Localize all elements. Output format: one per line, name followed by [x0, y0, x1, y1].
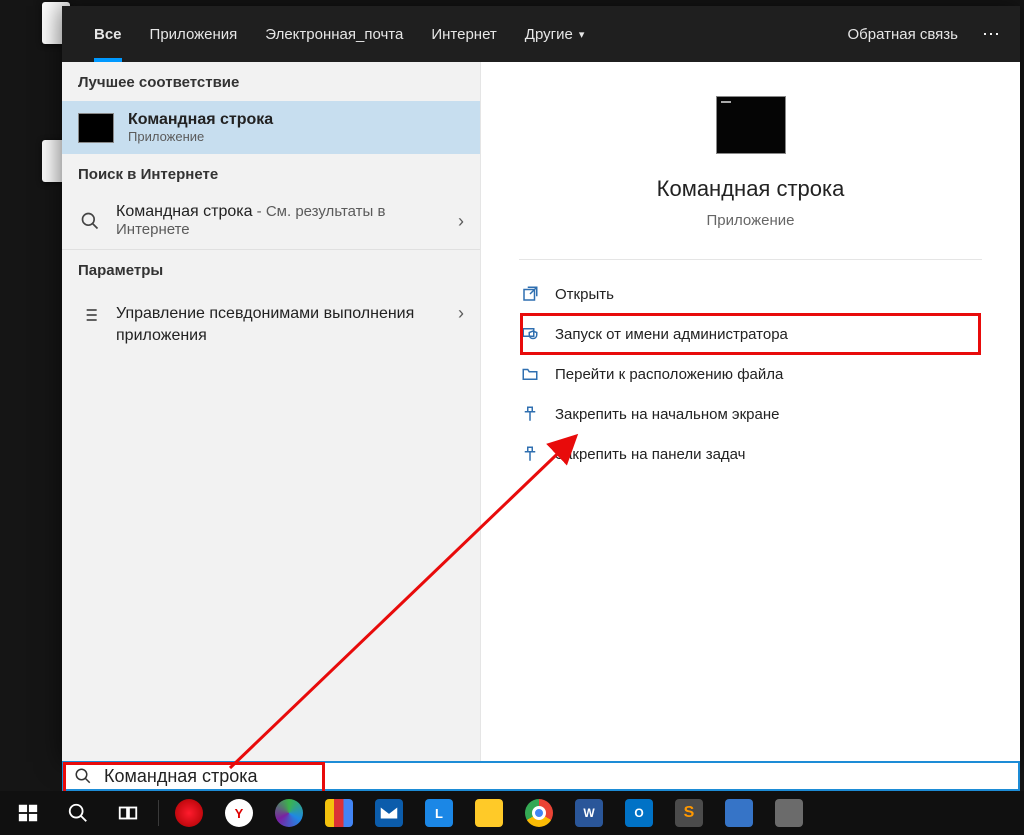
result-subtitle: Приложение	[128, 129, 273, 144]
task-view-icon	[117, 802, 139, 824]
result-title: Командная строка	[128, 111, 273, 129]
search-bar[interactable]	[62, 761, 1020, 791]
action-open-label: Открыть	[555, 286, 614, 303]
taskbar-search-button[interactable]	[54, 791, 102, 835]
taskbar-app-chrome[interactable]	[515, 791, 563, 835]
windows-icon	[17, 802, 39, 824]
folder-icon	[475, 799, 503, 827]
chevron-down-icon: ▾	[579, 28, 585, 41]
app-large-icon	[716, 96, 786, 154]
taskbar-app-browser[interactable]	[265, 791, 313, 835]
taskbar-app-yandex[interactable]: Y	[215, 791, 263, 835]
cmd-icon	[78, 113, 114, 143]
web-result-title: Командная строка	[116, 203, 253, 220]
search-tabs: Все Приложения Электронная_почта Интерне…	[62, 6, 1020, 62]
action-pin-start[interactable]: Закрепить на начальном экране	[521, 394, 980, 434]
taskbar-app-l[interactable]: L	[415, 791, 463, 835]
search-icon	[74, 767, 92, 785]
taskbar-app-outlook[interactable]: O	[615, 791, 663, 835]
more-options-button[interactable]: ⋯	[982, 24, 1002, 45]
start-button[interactable]	[4, 791, 52, 835]
result-settings[interactable]: Управление псевдонимами выполнения прило…	[62, 289, 480, 360]
settings-item-title: Управление псевдонимами выполнения прило…	[116, 303, 444, 346]
sublime-icon: S	[675, 799, 703, 827]
open-icon	[521, 285, 539, 303]
taskbar-app-word[interactable]: W	[565, 791, 613, 835]
results-list: Лучшее соответствие Командная строка При…	[62, 62, 480, 762]
chevron-right-icon: ›	[458, 303, 464, 324]
pin-taskbar-icon	[521, 445, 539, 463]
taskbar-separator	[158, 800, 159, 826]
taskbar-app-explorer[interactable]	[465, 791, 513, 835]
action-admin-label: Запуск от имени администратора	[555, 326, 788, 343]
taskbar: Y L W O S	[0, 791, 1024, 835]
keyboard-icon	[775, 799, 803, 827]
chevron-right-icon: ›	[458, 211, 464, 232]
pixel-icon	[325, 799, 353, 827]
taskbar-app-sublime[interactable]: S	[665, 791, 713, 835]
search-input[interactable]	[104, 766, 1008, 787]
task-view-button[interactable]	[104, 791, 152, 835]
tab-all[interactable]: Все	[80, 6, 136, 62]
tab-apps[interactable]: Приложения	[136, 6, 252, 62]
search-icon	[78, 211, 102, 231]
list-icon	[78, 303, 102, 325]
opera-icon	[175, 799, 203, 827]
action-pin-task-label: Закрепить на панели задач	[555, 446, 746, 463]
shield-run-icon	[521, 325, 539, 343]
browser-icon	[275, 799, 303, 827]
action-pin-start-label: Закрепить на начальном экране	[555, 406, 779, 423]
taskbar-app-pixel[interactable]	[315, 791, 363, 835]
action-location-label: Перейти к расположению файла	[555, 366, 783, 383]
result-cmd[interactable]: Командная строка Приложение	[62, 101, 480, 154]
section-best-match: Лучшее соответствие	[62, 62, 480, 101]
action-pin-taskbar[interactable]: Закрепить на панели задач	[521, 434, 980, 474]
outlook-icon: O	[625, 799, 653, 827]
l-app-icon: L	[425, 799, 453, 827]
feedback-link[interactable]: Обратная связь	[847, 26, 958, 43]
section-web: Поиск в Интернете	[62, 154, 480, 193]
folder-icon	[521, 365, 539, 383]
tab-email[interactable]: Электронная_почта	[251, 6, 417, 62]
app-icon	[725, 799, 753, 827]
taskbar-app-generic[interactable]	[715, 791, 763, 835]
search-panel: Все Приложения Электронная_почта Интерне…	[62, 6, 1020, 762]
action-run-as-admin[interactable]: Запуск от имени администратора	[521, 314, 980, 354]
chrome-icon	[525, 799, 553, 827]
result-web[interactable]: Командная строка - См. результаты в Инте…	[62, 193, 480, 249]
preview-pane: Командная строка Приложение Открыть Запу…	[480, 62, 1020, 762]
action-open-location[interactable]: Перейти к расположению файла	[521, 354, 980, 394]
preview-subtitle: Приложение	[707, 212, 795, 229]
action-open[interactable]: Открыть	[521, 274, 980, 314]
taskbar-app-keyboard[interactable]	[765, 791, 813, 835]
mail-icon	[375, 799, 403, 827]
section-settings: Параметры	[62, 250, 480, 289]
search-icon	[67, 802, 89, 824]
taskbar-app-mail[interactable]	[365, 791, 413, 835]
yandex-icon: Y	[225, 799, 253, 827]
taskbar-app-opera[interactable]	[165, 791, 213, 835]
pin-icon	[521, 405, 539, 423]
preview-title: Командная строка	[657, 176, 845, 202]
word-icon: W	[575, 799, 603, 827]
tab-others-label: Другие	[525, 26, 573, 43]
tab-others[interactable]: Другие ▾	[511, 6, 599, 62]
tab-internet[interactable]: Интернет	[417, 6, 510, 62]
